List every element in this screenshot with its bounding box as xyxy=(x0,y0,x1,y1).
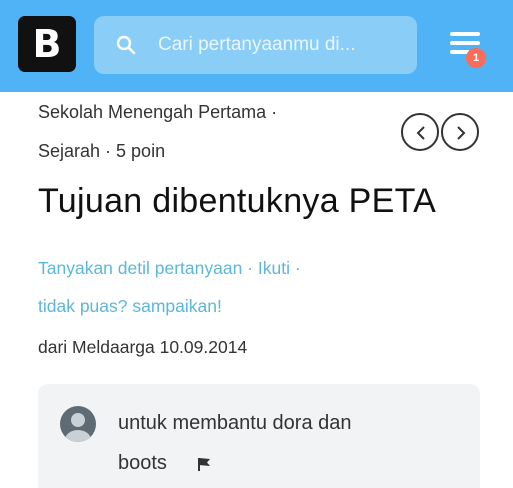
question-actions: Tanyakan detil pertanyaan · Ikuti · xyxy=(38,258,301,279)
brainly-logo[interactable]: B xyxy=(18,16,76,72)
logo-letter: B xyxy=(32,22,62,66)
question-author: dari Meldaarga 10.09.2014 xyxy=(38,337,248,357)
ask-details-link[interactable]: Tanyakan detil pertanyaan xyxy=(38,258,242,278)
separator: · xyxy=(294,258,301,278)
top-bar: B Cari pertanyaanmu di... 1 xyxy=(0,0,513,92)
search-placeholder: Cari pertanyaanmu di... xyxy=(158,34,356,55)
answer-text-line: boots xyxy=(118,452,167,474)
report-link[interactable]: tidak puas? sampaikan! xyxy=(38,296,222,316)
notification-badge: 1 xyxy=(466,48,486,68)
search-icon xyxy=(116,35,136,55)
report-row: tidak puas? sampaikan! xyxy=(38,296,222,317)
flag-icon[interactable] xyxy=(196,456,212,472)
chevron-right-icon xyxy=(457,126,466,140)
previous-question-button[interactable] xyxy=(401,113,439,151)
follow-link[interactable]: Ikuti xyxy=(258,258,290,278)
hamburger-menu-icon xyxy=(450,32,480,36)
menu-button[interactable]: 1 xyxy=(444,28,490,68)
chevron-left-icon xyxy=(416,126,425,140)
next-question-button[interactable] xyxy=(441,113,479,151)
question-title: Tujuan dibentuknya PETA xyxy=(38,182,437,220)
user-avatar-icon[interactable] xyxy=(60,406,96,442)
answer-card: untuk membantu dora dan boots xyxy=(38,384,480,488)
search-input[interactable]: Cari pertanyaanmu di... xyxy=(94,16,417,74)
separator: · xyxy=(247,258,258,278)
question-navigation xyxy=(401,113,481,151)
question-subject-points[interactable]: Sejarah · 5 poin xyxy=(38,141,165,162)
hamburger-bar xyxy=(450,41,480,45)
avatar-silhouette xyxy=(65,413,91,442)
answer-text-line: untuk membantu dora dan xyxy=(118,412,352,434)
question-level[interactable]: Sekolah Menengah Pertama · xyxy=(38,102,277,123)
